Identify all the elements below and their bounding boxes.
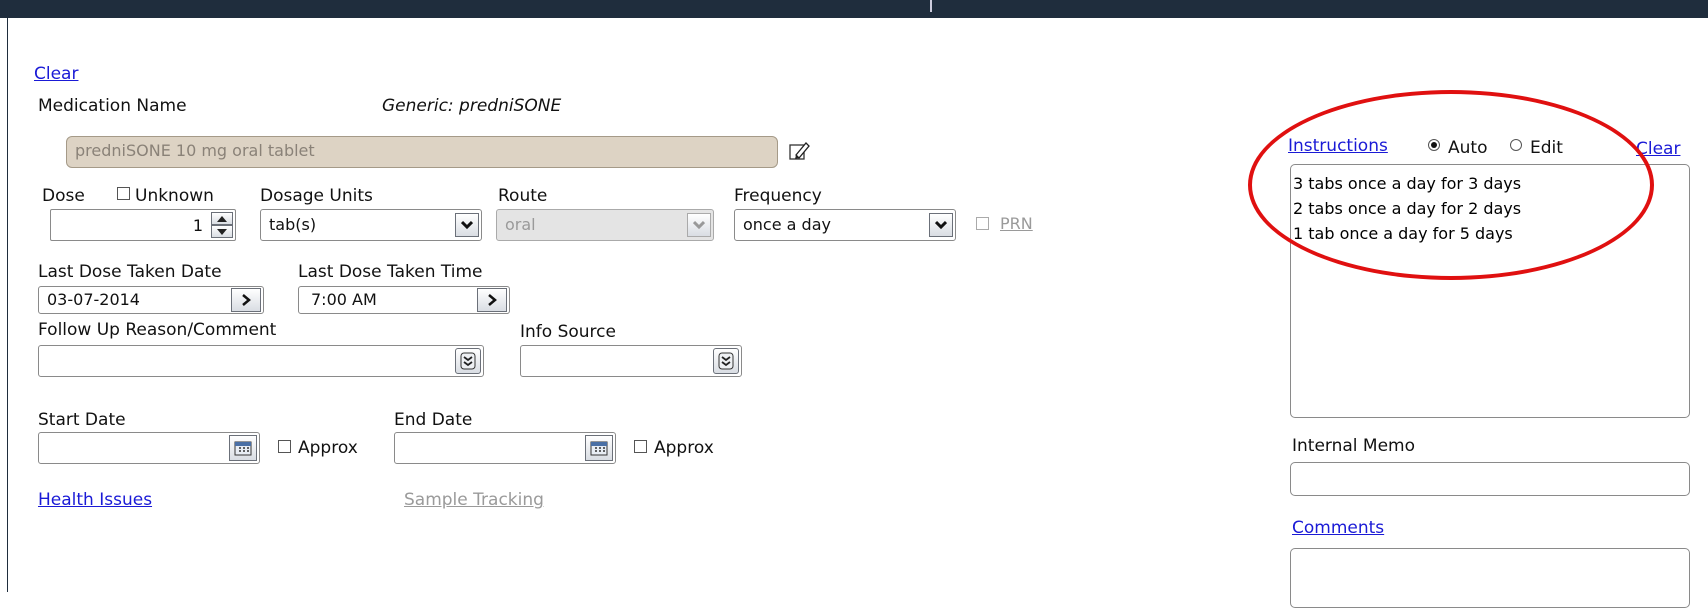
last-dose-time-field[interactable]: 7:00 AM — [298, 286, 510, 314]
dosage-units-value: tab(s) — [269, 215, 317, 234]
info-source-label: Info Source — [520, 322, 616, 342]
internal-memo-field[interactable] — [1290, 462, 1690, 496]
instruction-line: 1 tab once a day for 5 days — [1293, 224, 1513, 243]
follow-up-dropdown-icon[interactable] — [455, 348, 481, 374]
route-label: Route — [498, 186, 548, 206]
frequency-chevron-down-icon[interactable] — [929, 213, 953, 237]
window-title-bar — [0, 0, 1708, 18]
instructions-clear-link[interactable]: Clear — [1636, 139, 1680, 159]
auto-radio-label: Auto — [1448, 138, 1488, 158]
window-left-border — [7, 18, 8, 592]
prn-checkbox[interactable] — [976, 217, 989, 230]
instructions-textarea[interactable]: 3 tabs once a day for 3 days 2 tabs once… — [1290, 164, 1690, 418]
frequency-select[interactable]: once a day — [734, 209, 956, 241]
frequency-label: Frequency — [734, 186, 822, 206]
health-issues-link[interactable]: Health Issues — [38, 490, 152, 510]
dose-increment-button[interactable] — [211, 212, 233, 225]
last-dose-time-arrow-icon[interactable] — [477, 288, 507, 312]
follow-up-field[interactable] — [38, 345, 484, 377]
dose-decrement-button[interactable] — [211, 225, 233, 238]
medication-name-field[interactable]: predniSONE 10 mg oral tablet — [66, 136, 778, 168]
start-date-field[interactable] — [38, 432, 260, 464]
end-approx-label: Approx — [654, 438, 714, 458]
last-dose-date-field[interactable]: 03-07-2014 — [38, 286, 264, 314]
start-date-label: Start Date — [38, 410, 126, 430]
route-select[interactable]: oral — [496, 209, 714, 241]
comments-link[interactable]: Comments — [1292, 518, 1384, 538]
edit-medication-icon[interactable] — [788, 140, 810, 162]
end-date-field[interactable] — [394, 432, 616, 464]
last-dose-date-arrow-icon[interactable] — [231, 288, 261, 312]
clear-link[interactable]: Clear — [34, 64, 78, 84]
medication-name-value: predniSONE 10 mg oral tablet — [75, 141, 315, 160]
internal-memo-label: Internal Memo — [1292, 436, 1416, 456]
instruction-line: 2 tabs once a day for 2 days — [1293, 199, 1522, 218]
info-source-field[interactable] — [520, 345, 742, 377]
dose-label: Dose — [42, 186, 85, 206]
dose-stepper[interactable]: 1 — [50, 209, 236, 241]
start-approx-label: Approx — [298, 438, 358, 458]
dosage-units-chevron-down-icon[interactable] — [455, 213, 479, 237]
unknown-checkbox[interactable] — [117, 187, 130, 200]
route-chevron-down-icon[interactable] — [687, 213, 711, 237]
auto-radio[interactable] — [1428, 139, 1440, 151]
end-date-label: End Date — [394, 410, 473, 430]
last-dose-time-value: 7:00 AM — [311, 290, 377, 309]
dosage-units-select[interactable]: tab(s) — [260, 209, 482, 241]
comments-field[interactable] — [1290, 548, 1690, 608]
prn-link[interactable]: PRN — [1000, 214, 1033, 233]
end-date-calendar-icon[interactable] — [585, 435, 613, 461]
follow-up-label: Follow Up Reason/Comment — [38, 320, 277, 340]
unknown-label: Unknown — [135, 186, 214, 206]
end-approx-checkbox[interactable] — [634, 440, 647, 453]
edit-radio[interactable] — [1510, 139, 1522, 151]
dosage-units-label: Dosage Units — [260, 186, 373, 206]
edit-radio-label: Edit — [1530, 138, 1563, 158]
route-value: oral — [505, 215, 536, 234]
last-dose-time-label: Last Dose Taken Time — [298, 262, 483, 282]
instructions-link[interactable]: Instructions — [1288, 136, 1388, 156]
start-date-calendar-icon[interactable] — [229, 435, 257, 461]
info-source-dropdown-icon[interactable] — [713, 348, 739, 374]
last-dose-date-label: Last Dose Taken Date — [38, 262, 222, 282]
start-approx-checkbox[interactable] — [278, 440, 291, 453]
medication-name-label: Medication Name — [38, 96, 187, 116]
sample-tracking-link[interactable]: Sample Tracking — [404, 490, 544, 510]
last-dose-date-value: 03-07-2014 — [47, 290, 140, 309]
generic-name-label: Generic: predniSONE — [382, 96, 562, 116]
dose-value: 1 — [192, 216, 203, 235]
frequency-value: once a day — [743, 215, 831, 234]
instruction-line: 3 tabs once a day for 3 days — [1293, 174, 1522, 193]
